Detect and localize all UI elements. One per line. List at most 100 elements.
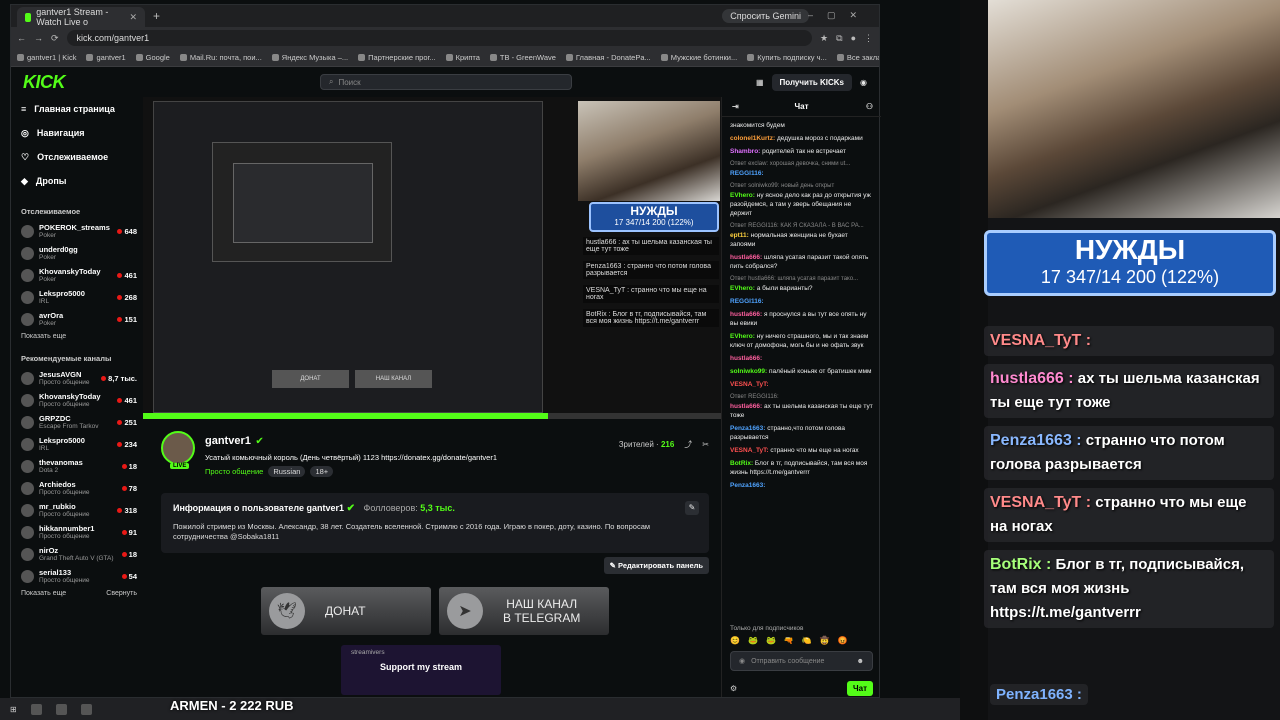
star-icon[interactable]: ★: [820, 33, 828, 44]
player-progress-bar[interactable]: [143, 413, 721, 419]
wallet-icon[interactable]: ▦: [756, 78, 764, 87]
chat-username[interactable]: colonel1Kurtz:: [730, 135, 775, 142]
streamer-avatar[interactable]: LIVE: [161, 431, 195, 469]
bookmark-item[interactable]: Mail.Ru: почта, пои...: [179, 53, 262, 62]
chat-input[interactable]: ◉ Отправить сообщение ☻: [730, 651, 873, 671]
chat-username[interactable]: BotRix:: [730, 460, 753, 467]
forward-icon[interactable]: →: [34, 33, 43, 43]
chat-username[interactable]: solniwko99:: [730, 368, 767, 375]
channel-item[interactable]: avrOra Poker 151: [21, 308, 141, 330]
extensions-icon[interactable]: ⧉: [836, 33, 842, 44]
sidebar-nav-item[interactable]: ≡ Главная страница: [21, 97, 141, 121]
chat-username[interactable]: hustla666:: [730, 403, 762, 410]
emote-7-icon[interactable]: 😡: [838, 636, 848, 645]
profile-icon[interactable]: ●: [851, 33, 856, 43]
bookmark-item[interactable]: Крипта: [445, 53, 480, 62]
bookmark-item[interactable]: Мужские ботинки...: [660, 53, 737, 62]
chat-users-icon[interactable]: ⚇: [866, 102, 873, 111]
emote-2-icon[interactable]: 🐸: [748, 636, 758, 645]
stream-category[interactable]: Просто общение: [205, 467, 263, 476]
chat-username[interactable]: Penza1663:: [730, 482, 765, 489]
channel-item[interactable]: POKEROK_streams Poker 648: [21, 220, 141, 242]
streamer-name[interactable]: gantver1: [205, 435, 251, 447]
share-icon[interactable]: ⤴: [684, 439, 692, 450]
back-icon[interactable]: ←: [17, 33, 26, 43]
chat-username[interactable]: VESNA_TyT:: [730, 381, 769, 388]
show-more-following[interactable]: Показать еще: [21, 333, 141, 340]
channel-item[interactable]: mr_rubkio Просто общение 318: [21, 499, 141, 521]
edit-panel-button[interactable]: ✎ Редактировать панель: [603, 557, 709, 574]
tag-language[interactable]: Russian: [268, 466, 306, 477]
donate-panel[interactable]: 🕊 ДОНАТ: [261, 587, 431, 635]
bookmark-item[interactable]: gantver1: [86, 53, 126, 62]
chat-username[interactable]: REGGI116:: [730, 170, 764, 177]
browser-tab[interactable]: gantver1 Stream - Watch Live o ✕: [17, 7, 145, 27]
channel-item[interactable]: thevanomas Dota 2 18: [21, 455, 141, 477]
bookmark-item[interactable]: Купить подписку ч...: [747, 53, 827, 62]
bookmark-item[interactable]: Google: [135, 53, 170, 62]
channel-item[interactable]: KhovanskyToday Poker 461: [21, 264, 141, 286]
user-avatar[interactable]: ◉: [860, 78, 867, 87]
chat-username[interactable]: Penza1663:: [730, 425, 765, 432]
new-tab-button[interactable]: +: [153, 9, 160, 23]
chat-username[interactable]: EVhero:: [730, 192, 755, 199]
chat-username[interactable]: REGGI116:: [730, 298, 764, 305]
emote-6-icon[interactable]: 🤠: [820, 636, 830, 645]
chat-send-button[interactable]: Чат: [847, 681, 873, 696]
clip-icon[interactable]: ✂: [702, 440, 709, 449]
close-tab-icon[interactable]: ✕: [129, 12, 137, 23]
emote-3-icon[interactable]: 🐸: [766, 636, 776, 645]
show-more-recommended[interactable]: Показать еще: [21, 590, 66, 597]
tag-age[interactable]: 18+: [310, 466, 334, 477]
channel-item[interactable]: Lekspro5000 IRL 234: [21, 433, 141, 455]
edit-about-icon[interactable]: ✎: [685, 501, 699, 515]
chat-username[interactable]: EVhero:: [730, 285, 755, 292]
sidebar-nav-item[interactable]: ♡ Отслеживаемое: [21, 145, 141, 169]
channel-item[interactable]: Lekspro5000 IRL 268: [21, 286, 141, 308]
emote-1-icon[interactable]: 😊: [730, 636, 740, 645]
channel-item[interactable]: JesusAVGN Просто общение 8,7 тыс.: [21, 367, 141, 389]
support-panel[interactable]: streamivers Support my stream: [341, 645, 501, 695]
reload-icon[interactable]: ⟳: [51, 33, 59, 44]
sidebar-nav-item[interactable]: ◎ Навигация: [21, 121, 141, 145]
taskbar-app-3-icon[interactable]: [80, 703, 92, 715]
search-input[interactable]: ⌕ Поиск: [320, 74, 572, 90]
kick-logo[interactable]: KICK: [23, 72, 66, 93]
channel-item[interactable]: KhovanskyToday Просто общение 461: [21, 389, 141, 411]
taskbar-app-2-icon[interactable]: [55, 703, 67, 715]
chat-rules-icon[interactable]: ⚙: [730, 684, 737, 693]
chat-username[interactable]: hustla666:: [730, 311, 762, 318]
chat-username[interactable]: ept11:: [730, 232, 749, 239]
chat-username[interactable]: EVhero:: [730, 333, 755, 340]
channel-item[interactable]: GRPZDC Escape From Tarkov 251: [21, 411, 141, 433]
emote-4-icon[interactable]: 🔫: [784, 636, 794, 645]
channel-item[interactable]: hikkannumber1 Просто общение 91: [21, 521, 141, 543]
chat-username[interactable]: hustla666:: [730, 254, 762, 261]
sidebar-nav-item[interactable]: ◆ Дропы: [21, 169, 141, 193]
bookmark-item[interactable]: gantver1 | Kick: [17, 53, 76, 62]
url-field[interactable]: kick.com/gantver1: [66, 30, 813, 46]
channel-item[interactable]: underd0gg Poker: [21, 242, 141, 264]
bookmark-item[interactable]: Партнерские прог...: [358, 53, 436, 62]
collapse-sidebar-button[interactable]: Свернуть: [106, 590, 137, 597]
bookmark-item[interactable]: Главная - DonatePa...: [565, 53, 651, 62]
menu-icon[interactable]: ⋮: [864, 33, 873, 44]
channel-item[interactable]: Archiedos Просто общение 78: [21, 477, 141, 499]
chat-username[interactable]: Shambro:: [730, 148, 760, 155]
bookmark-item[interactable]: TB - GreenWave: [489, 53, 556, 62]
channel-item[interactable]: serial133 Просто общение 54: [21, 565, 141, 587]
emoji-picker-icon[interactable]: ☻: [857, 658, 864, 665]
start-icon[interactable]: ⊞: [10, 705, 17, 714]
channel-item[interactable]: nirOz Grand Theft Auto V (GTA) 18: [21, 543, 141, 565]
taskbar-app-1-icon[interactable]: [30, 703, 42, 715]
chat-username[interactable]: VESNA_TyT:: [730, 447, 769, 454]
emote-5-icon[interactable]: 🍋: [802, 636, 812, 645]
chat-username[interactable]: hustla666:: [730, 355, 762, 362]
get-kicks-button[interactable]: Получить KICKs: [771, 73, 853, 91]
telegram-panel[interactable]: ➤ НАШ КАНАЛ В TELEGRAM: [439, 587, 609, 635]
collapse-chat-icon[interactable]: ⇥: [732, 102, 739, 111]
gemini-button[interactable]: Спросить Gemini: [722, 9, 809, 23]
video-player[interactable]: ДОНАТ НАШ КАНАЛ НУЖДЫ 17 347/14 200 (122…: [143, 97, 721, 419]
bookmark-item[interactable]: Все закладки: [836, 53, 879, 62]
bookmark-item[interactable]: Яндекс Музыка –...: [271, 53, 348, 62]
